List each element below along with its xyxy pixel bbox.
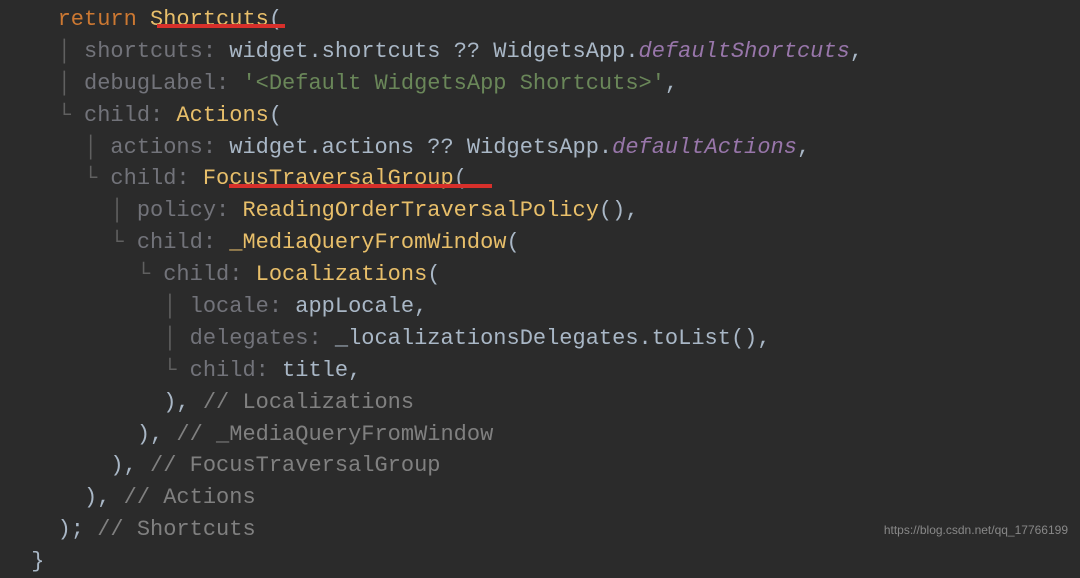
line-17: ); // Shortcuts [18, 517, 256, 542]
code-block: return Shortcuts( │ shortcuts: widget.sh… [18, 4, 1080, 578]
line-4: └ child: Actions( [18, 103, 282, 128]
line-7: │ policy: ReadingOrderTraversalPolicy(), [18, 198, 639, 223]
line-5: │ actions: widget.actions ?? WidgetsApp.… [18, 135, 810, 160]
line-9: └ child: Localizations( [18, 262, 441, 287]
line-15: ), // FocusTraversalGroup [18, 453, 440, 478]
underline-shortcuts [157, 24, 285, 28]
line-8: └ child: _MediaQueryFromWindow( [18, 230, 520, 255]
underline-focustraversalgroup [229, 184, 492, 188]
line-11: │ delegates: _localizationsDelegates.toL… [18, 326, 771, 351]
line-1: return Shortcuts( [18, 7, 282, 32]
line-14: ), // _MediaQueryFromWindow [18, 422, 493, 447]
line-18: } [18, 549, 44, 574]
line-3: │ debugLabel: '<Default WidgetsApp Short… [18, 71, 678, 96]
line-10: │ locale: appLocale, [18, 294, 427, 319]
line-13: ), // Localizations [18, 390, 414, 415]
line-2: │ shortcuts: widget.shortcuts ?? Widgets… [18, 39, 863, 64]
keyword-return: return [58, 7, 137, 32]
line-16: ), // Actions [18, 485, 256, 510]
line-12: └ child: title, [18, 358, 361, 383]
class-shortcuts: Shortcuts [150, 7, 269, 32]
watermark-text: https://blog.csdn.net/qq_17766199 [884, 522, 1068, 539]
